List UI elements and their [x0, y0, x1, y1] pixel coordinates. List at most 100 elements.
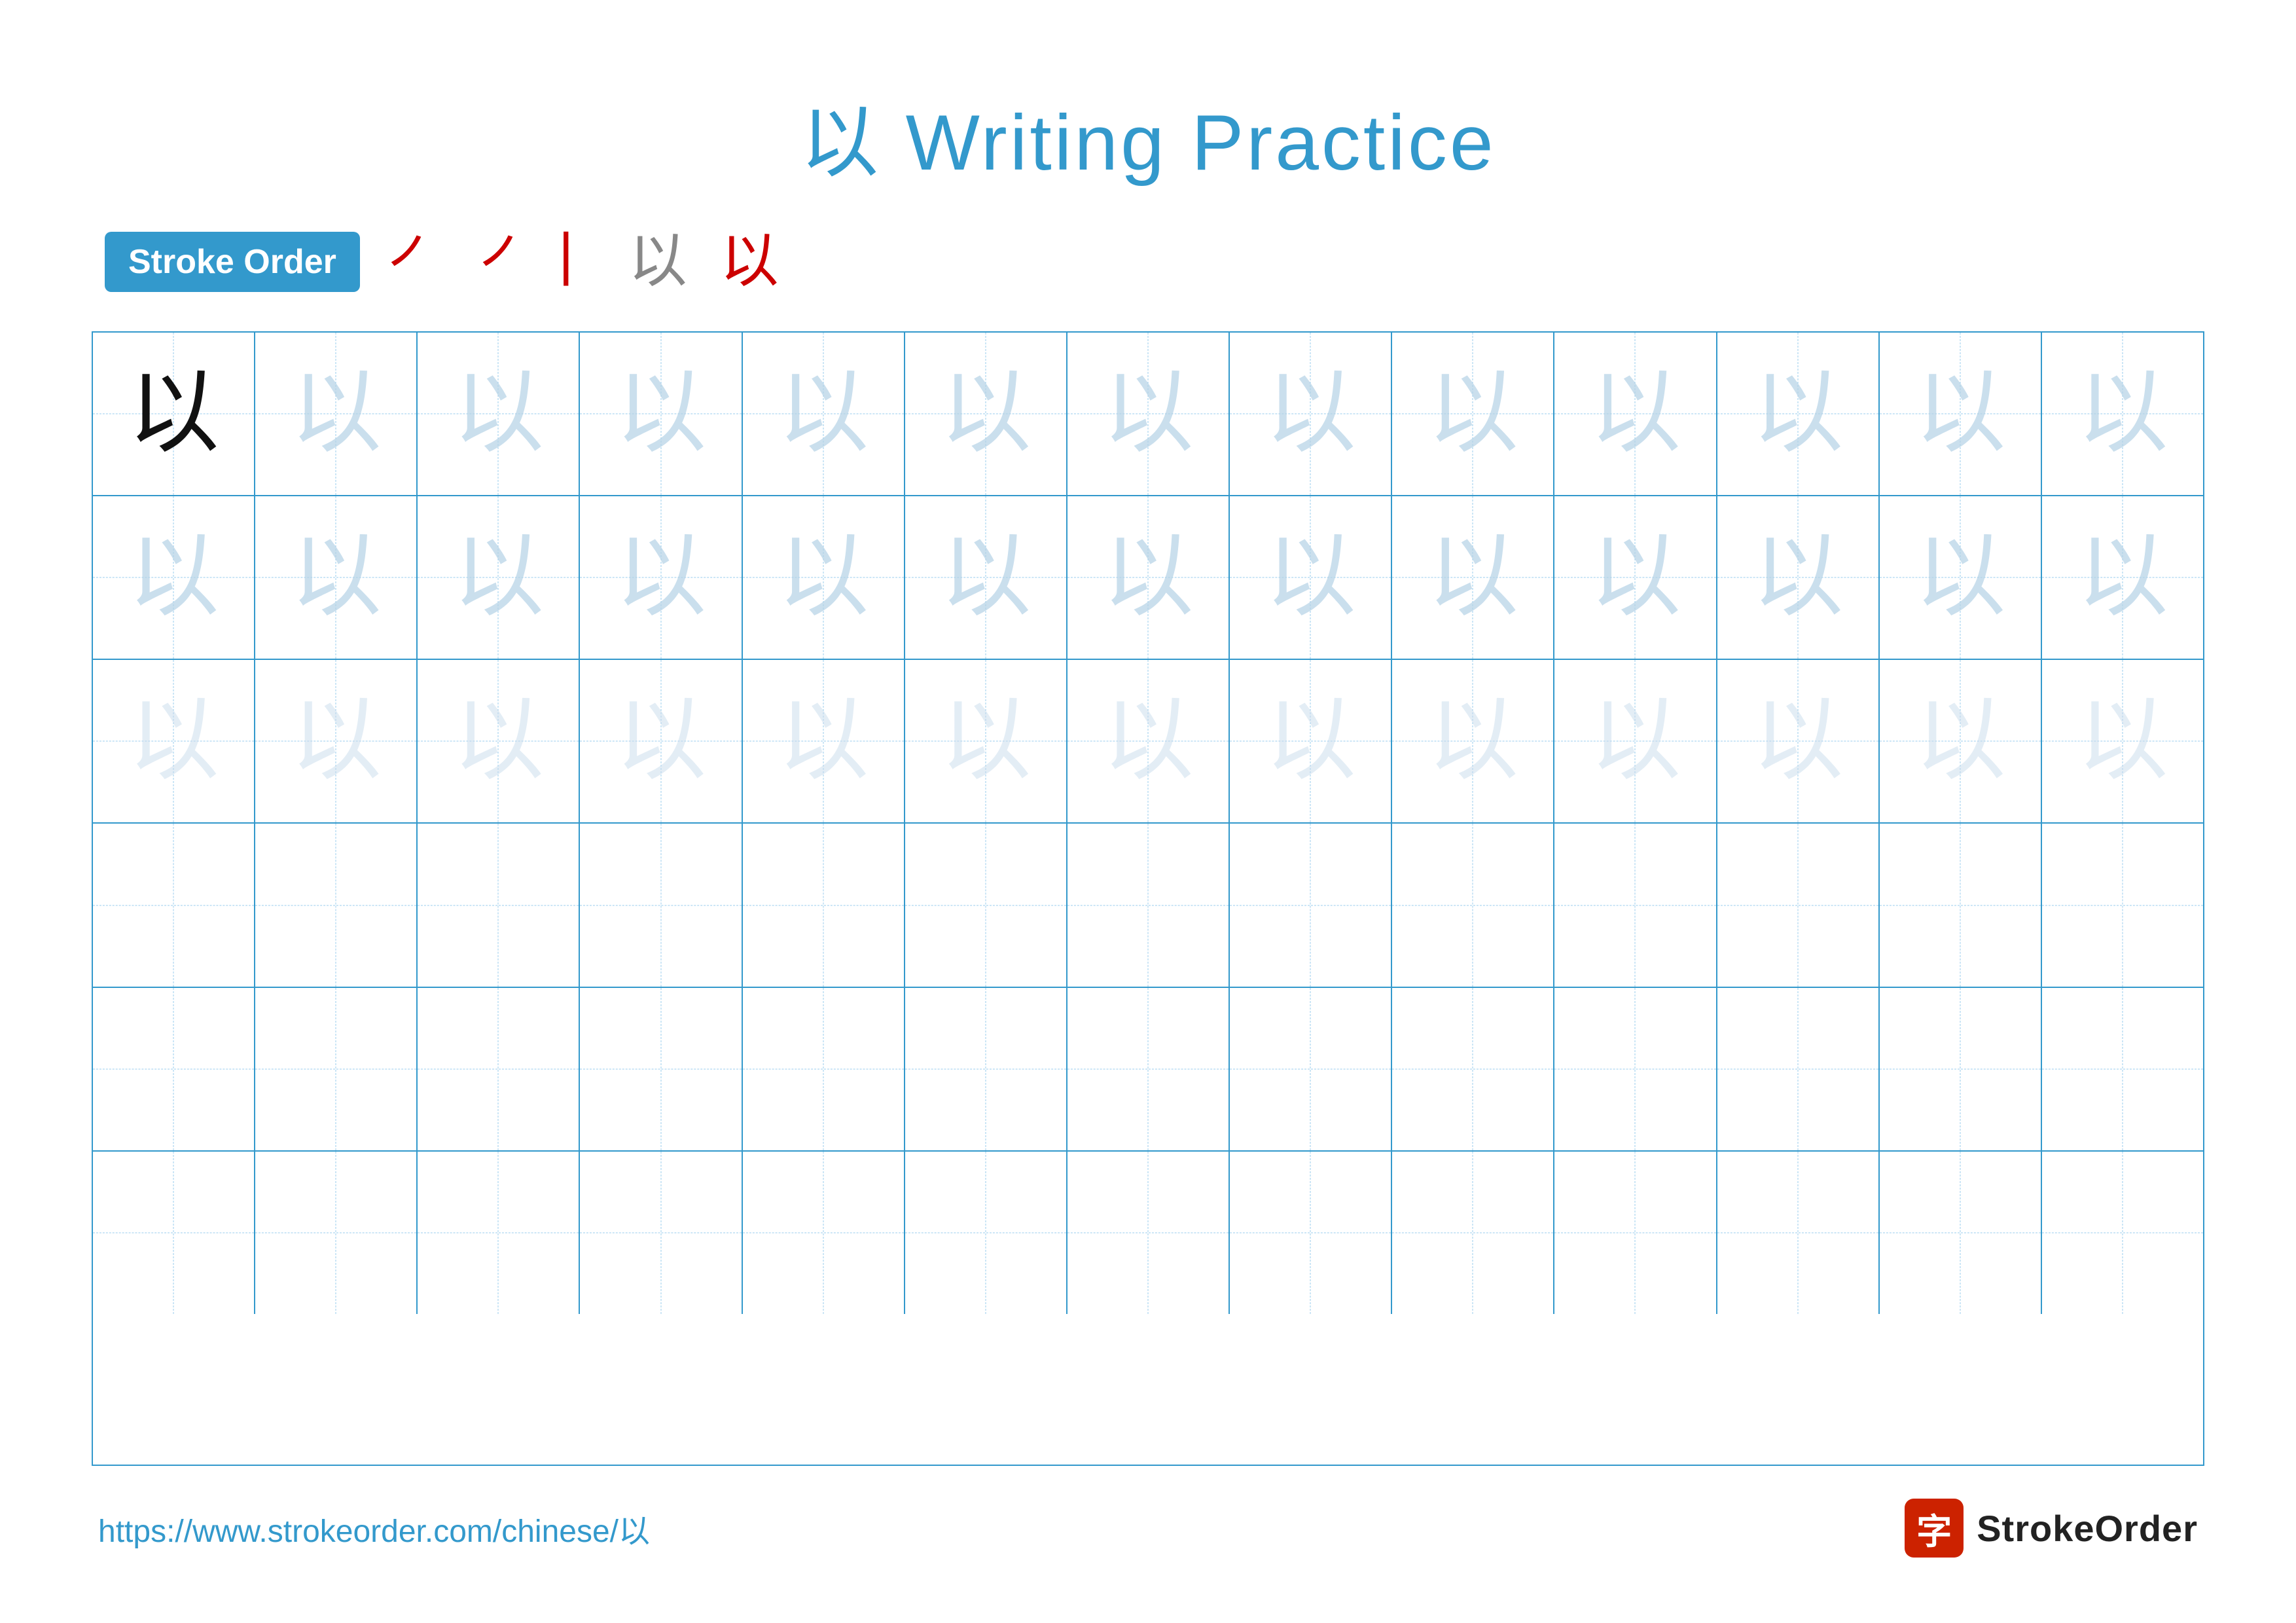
- grid-cell-4-5[interactable]: [743, 824, 905, 986]
- grid-cell-1-8[interactable]: 以: [1230, 333, 1392, 495]
- grid-cell-6-4[interactable]: [580, 1152, 742, 1314]
- char-lighter: 以: [1717, 660, 1878, 822]
- grid-cell-5-13[interactable]: [2042, 988, 2203, 1150]
- grid-cell-4-2[interactable]: [255, 824, 418, 986]
- grid-cell-2-3[interactable]: 以: [418, 496, 580, 659]
- char-light: 以: [418, 333, 579, 495]
- grid-cell-5-2[interactable]: [255, 988, 418, 1150]
- grid-cell-2-2[interactable]: 以: [255, 496, 418, 659]
- grid-cell-6-6[interactable]: [905, 1152, 1067, 1314]
- char-light: 以: [905, 333, 1066, 495]
- grid-cell-6-9[interactable]: [1392, 1152, 1554, 1314]
- grid-cell-1-7[interactable]: 以: [1067, 333, 1230, 495]
- grid-cell-2-6[interactable]: 以: [905, 496, 1067, 659]
- grid-cell-4-12[interactable]: [1880, 824, 2042, 986]
- grid-cell-6-13[interactable]: [2042, 1152, 2203, 1314]
- grid-cell-6-10[interactable]: [1554, 1152, 1717, 1314]
- char-light: 以: [2042, 333, 2203, 495]
- grid-cell-6-11[interactable]: [1717, 1152, 1880, 1314]
- grid-cell-4-9[interactable]: [1392, 824, 1554, 986]
- grid-cell-5-5[interactable]: [743, 988, 905, 1150]
- char-light: 以: [1880, 496, 2041, 659]
- grid-cell-3-5[interactable]: 以: [743, 660, 905, 822]
- grid-cell-4-13[interactable]: [2042, 824, 2203, 986]
- grid-cell-2-9[interactable]: 以: [1392, 496, 1554, 659]
- char-light: 以: [1717, 496, 1878, 659]
- grid-cell-5-7[interactable]: [1067, 988, 1230, 1150]
- grid-cell-6-12[interactable]: [1880, 1152, 2042, 1314]
- grid-cell-3-8[interactable]: 以: [1230, 660, 1392, 822]
- grid-cell-3-4[interactable]: 以: [580, 660, 742, 822]
- grid-cell-3-3[interactable]: 以: [418, 660, 580, 822]
- grid-cell-5-6[interactable]: [905, 988, 1067, 1150]
- grid-cell-6-5[interactable]: [743, 1152, 905, 1314]
- grid-row-4: [93, 824, 2203, 987]
- grid-cell-1-1[interactable]: 以: [93, 333, 255, 495]
- grid-cell-1-13[interactable]: 以: [2042, 333, 2203, 495]
- grid-cell-2-11[interactable]: 以: [1717, 496, 1880, 659]
- grid-cell-3-9[interactable]: 以: [1392, 660, 1554, 822]
- char-lighter: 以: [1067, 660, 1229, 822]
- char-light: 以: [1554, 333, 1715, 495]
- char-light: 以: [580, 496, 741, 659]
- char-lighter: 以: [1880, 660, 2041, 822]
- grid-cell-5-11[interactable]: [1717, 988, 1880, 1150]
- grid-cell-2-4[interactable]: 以: [580, 496, 742, 659]
- grid-cell-4-1[interactable]: [93, 824, 255, 986]
- grid-cell-3-6[interactable]: 以: [905, 660, 1067, 822]
- grid-cell-2-5[interactable]: 以: [743, 496, 905, 659]
- grid-cell-6-1[interactable]: [93, 1152, 255, 1314]
- grid-cell-2-1[interactable]: 以: [93, 496, 255, 659]
- grid-cell-3-2[interactable]: 以: [255, 660, 418, 822]
- grid-cell-4-7[interactable]: [1067, 824, 1230, 986]
- grid-cell-4-10[interactable]: [1554, 824, 1717, 986]
- grid-cell-1-6[interactable]: 以: [905, 333, 1067, 495]
- grid-cell-5-3[interactable]: [418, 988, 580, 1150]
- grid-cell-1-11[interactable]: 以: [1717, 333, 1880, 495]
- char-light: 以: [905, 496, 1066, 659]
- grid-cell-6-2[interactable]: [255, 1152, 418, 1314]
- grid-cell-3-7[interactable]: 以: [1067, 660, 1230, 822]
- grid-cell-6-8[interactable]: [1230, 1152, 1392, 1314]
- grid-cell-4-11[interactable]: [1717, 824, 1880, 986]
- footer-url[interactable]: https://www.strokeorder.com/chinese/以: [98, 1505, 650, 1551]
- grid-cell-3-13[interactable]: 以: [2042, 660, 2203, 822]
- grid-cell-3-11[interactable]: 以: [1717, 660, 1880, 822]
- grid-cell-5-9[interactable]: [1392, 988, 1554, 1150]
- grid-cell-6-7[interactable]: [1067, 1152, 1230, 1314]
- grid-cell-1-9[interactable]: 以: [1392, 333, 1554, 495]
- logo-name: StrokeOrder: [1977, 1507, 2198, 1550]
- grid-cell-1-4[interactable]: 以: [580, 333, 742, 495]
- char-light: 以: [1880, 333, 2041, 495]
- char-lighter: 以: [418, 660, 579, 822]
- grid-cell-5-10[interactable]: [1554, 988, 1717, 1150]
- grid-cell-3-12[interactable]: 以: [1880, 660, 2042, 822]
- grid-cell-2-13[interactable]: 以: [2042, 496, 2203, 659]
- grid-cell-5-8[interactable]: [1230, 988, 1392, 1150]
- grid-cell-5-1[interactable]: [93, 988, 255, 1150]
- footer: https://www.strokeorder.com/chinese/以 字 …: [92, 1499, 2204, 1558]
- grid-cell-5-4[interactable]: [580, 988, 742, 1150]
- stroke-step-4: 以: [720, 232, 779, 291]
- grid-cell-5-12[interactable]: [1880, 988, 2042, 1150]
- grid-cell-4-6[interactable]: [905, 824, 1067, 986]
- grid-cell-1-3[interactable]: 以: [418, 333, 580, 495]
- char-light: 以: [418, 496, 579, 659]
- grid-cell-4-8[interactable]: [1230, 824, 1392, 986]
- grid-cell-1-5[interactable]: 以: [743, 333, 905, 495]
- grid-cell-1-10[interactable]: 以: [1554, 333, 1717, 495]
- grid-cell-3-1[interactable]: 以: [93, 660, 255, 822]
- char-light: 以: [1554, 496, 1715, 659]
- grid-cell-6-3[interactable]: [418, 1152, 580, 1314]
- grid-cell-1-2[interactable]: 以: [255, 333, 418, 495]
- grid-cell-2-8[interactable]: 以: [1230, 496, 1392, 659]
- grid-cell-4-3[interactable]: [418, 824, 580, 986]
- grid-cell-2-12[interactable]: 以: [1880, 496, 2042, 659]
- char-lighter: 以: [1230, 660, 1391, 822]
- grid-cell-3-10[interactable]: 以: [1554, 660, 1717, 822]
- grid-cell-2-10[interactable]: 以: [1554, 496, 1717, 659]
- grid-cell-4-4[interactable]: [580, 824, 742, 986]
- grid-cell-1-12[interactable]: 以: [1880, 333, 2042, 495]
- char-light: 以: [1392, 496, 1553, 659]
- grid-cell-2-7[interactable]: 以: [1067, 496, 1230, 659]
